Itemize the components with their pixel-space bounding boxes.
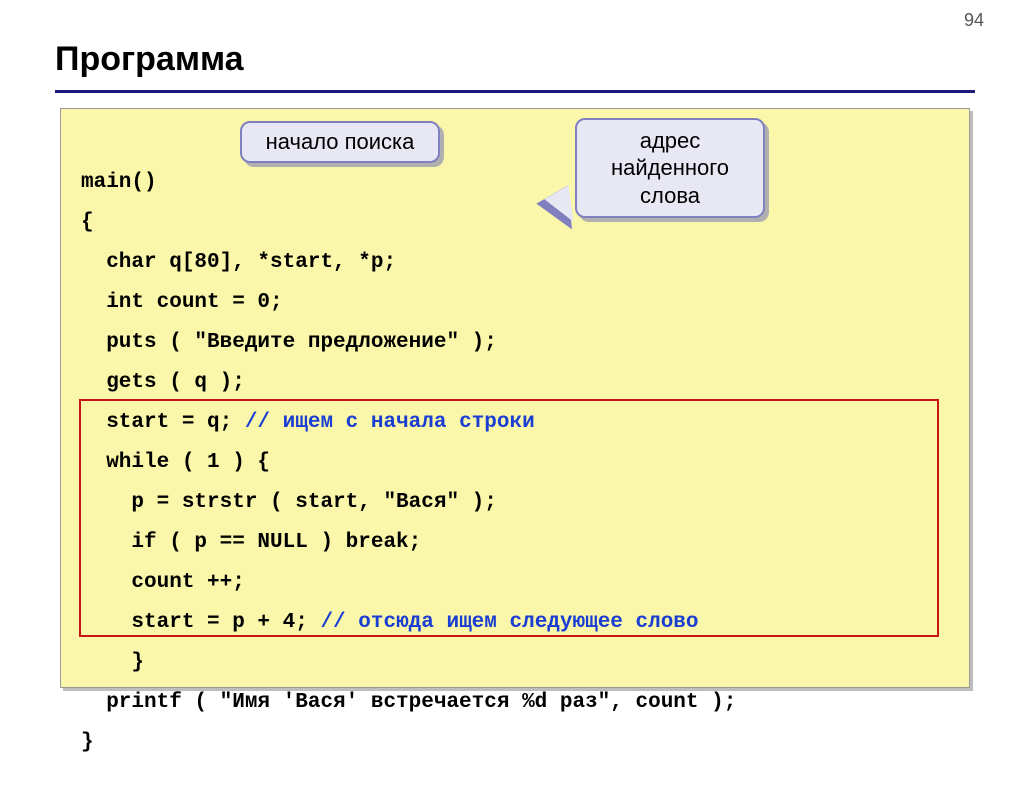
code-line: printf ( "Имя 'Вася' встречается %d раз"… [81, 691, 736, 714]
code-line: gets ( q ); [81, 371, 245, 394]
code-line: { [81, 211, 94, 234]
code-block: main() { char q[80], *start, *p; int cou… [81, 123, 959, 803]
callout-text: адрес [640, 127, 701, 155]
code-line: start = p + 4; [81, 611, 320, 634]
code-line: } [81, 651, 144, 674]
code-panel: main() { char q[80], *start, *p; int cou… [60, 108, 970, 688]
code-comment: // ищем с начала строки [245, 411, 535, 434]
page-number: 94 [964, 10, 984, 31]
code-line: p = strstr ( start, "Вася" ); [81, 491, 497, 514]
title-rule [55, 90, 975, 93]
code-line: main() [81, 171, 157, 194]
code-line: puts ( "Введите предложение" ); [81, 331, 497, 354]
code-line: count ++; [81, 571, 245, 594]
callout-text: найденного [611, 154, 729, 182]
page-title: Программа [55, 40, 244, 79]
code-line: int count = 0; [81, 291, 283, 314]
code-line: } [81, 731, 94, 754]
code-line: char q[80], *start, *p; [81, 251, 396, 274]
callout-text: начало поиска [266, 128, 415, 156]
code-line: if ( p == NULL ) break; [81, 531, 421, 554]
code-line: start = q; [81, 411, 245, 434]
code-line: while ( 1 ) { [81, 451, 270, 474]
callout-start-search: начало поиска [240, 121, 440, 163]
code-comment: // отсюда ищем следующее слово [320, 611, 698, 634]
callout-found-address: адрес найденного слова [575, 118, 765, 218]
callout-text: слова [640, 182, 700, 210]
